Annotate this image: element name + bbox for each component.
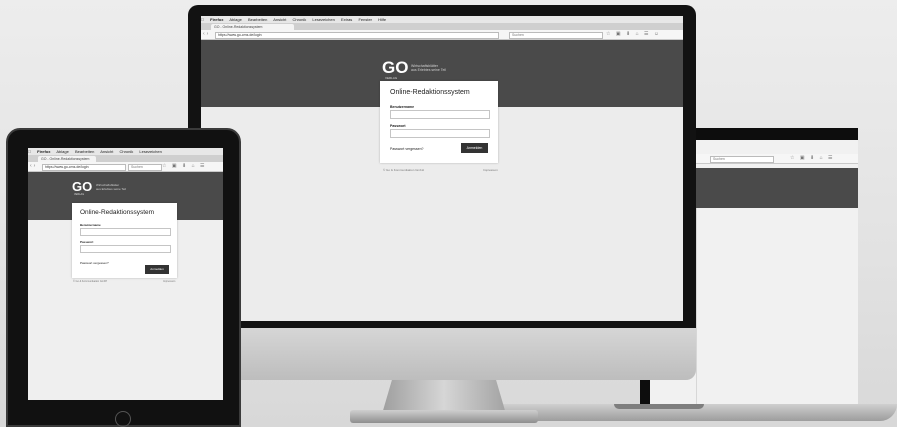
login-card: Online-Redaktionssystem Benutzername Pas… [72, 203, 177, 278]
footer-copyright: © Go & Kommunikation GmbH [73, 280, 108, 283]
login-title: Online-Redaktionssystem [80, 209, 155, 216]
menu-item[interactable]: Bearbeiten [75, 149, 94, 154]
menu-item[interactable]: Chronik [292, 17, 306, 22]
tagline-line-2: aus Erlebtes seine Teil [96, 186, 126, 191]
tablet-url-bar: ‹› https://www.go-cms.de/login Suchen ☆ … [28, 162, 223, 172]
imac-chin [188, 328, 696, 380]
menu-app-name[interactable]: Firefox [210, 17, 223, 22]
menu-app-name[interactable]: Firefox [37, 149, 50, 154]
site-logo[interactable]: GO [382, 58, 408, 78]
back-forward-icon[interactable]: ‹› [203, 31, 210, 37]
laptop-search-input[interactable]: Suchen [710, 156, 774, 163]
menu-item[interactable]: Extras [341, 17, 352, 22]
site-logo-sub: VERLAG [385, 76, 398, 80]
toolbar-icons[interactable]: ☆ ▣ ⬇ ⌂ ☰ [162, 163, 206, 169]
menu-item[interactable]: Bearbeiten [248, 17, 267, 22]
toolbar-icons[interactable]: ☆ ▣ ⬇ ⌂ ☰ ☺ [606, 31, 661, 37]
devices-scene: { "browser": { "app_name": "Firefox", "m… [0, 0, 897, 427]
password-input[interactable] [80, 245, 171, 253]
search-input[interactable]: Suchen [509, 32, 603, 39]
home-button-icon[interactable] [115, 411, 131, 427]
toolbar-icons[interactable]: ☆ ▣ ⬇ ⌂ ☰ [790, 155, 834, 161]
url-input[interactable]: https://www.go-cms.de/login [42, 164, 126, 171]
apple-icon[interactable]:  [201, 17, 204, 22]
site-tagline: Wirtschaftsblätter aus Erlebtes seine Te… [96, 183, 126, 191]
site-tagline: Wirtschaftsblätter aus Erlebtes seine Te… [411, 64, 446, 72]
password-label: Passwort [390, 124, 406, 128]
menu-item[interactable]: Ablage [229, 17, 241, 22]
login-title: Online-Redaktionssystem [390, 89, 470, 96]
menu-item[interactable]: Ablage [56, 149, 68, 154]
imac-url-bar: ‹› https://www.go-cms.de/login Suchen ☆ … [201, 30, 683, 40]
menu-item[interactable]: Lesezeichen [139, 149, 161, 154]
site-logo-sub: VERLAG [74, 193, 85, 196]
site-logo[interactable]: GO [72, 179, 92, 194]
menu-item[interactable]: Ansicht [273, 17, 286, 22]
password-input[interactable] [390, 129, 490, 138]
menu-item[interactable]: Fenster [358, 17, 372, 22]
username-label: Benutzername [80, 223, 101, 227]
menu-item[interactable]: Ansicht [100, 149, 113, 154]
apple-icon[interactable]:  [28, 149, 31, 154]
tagline-line-2: aus Erlebtes seine Teil [411, 68, 446, 73]
tablet-screen:  Firefox Ablage Bearbeiten Ansicht Chro… [28, 148, 223, 400]
search-input[interactable]: Suchen [128, 164, 162, 171]
imac-screen:  Firefox Ablage Bearbeiten Ansicht Chro… [201, 16, 683, 321]
tablet-tab-row: GO - Online-Redaktionssystem [28, 155, 223, 162]
imac-stand [382, 380, 506, 414]
submit-button[interactable]: Anmelden [461, 143, 488, 153]
username-input[interactable] [80, 228, 171, 236]
forgot-password-link[interactable]: Passwort vergessen? [80, 261, 109, 265]
submit-button[interactable]: Anmelden [145, 265, 169, 274]
username-label: Benutzername [390, 105, 415, 109]
menu-item[interactable]: Lesezeichen [312, 17, 334, 22]
login-card: Online-Redaktionssystem Benutzername Pas… [380, 81, 498, 163]
menu-item[interactable]: Hilfe [378, 17, 386, 22]
forgot-password-link[interactable]: Passwort vergessen? [390, 147, 423, 151]
password-label: Passwort [80, 240, 94, 244]
imac-foot [350, 410, 538, 423]
back-forward-icon[interactable]: ‹› [30, 163, 37, 169]
laptop-notch [614, 404, 704, 409]
url-input[interactable]: https://www.go-cms.de/login [215, 32, 499, 39]
imac-tab-row: GO - Online-Redaktionssystem [201, 23, 683, 30]
menu-item[interactable]: Chronik [119, 149, 133, 154]
footer-imprint-link[interactable]: Impressum [483, 168, 498, 172]
username-input[interactable] [390, 110, 490, 119]
laptop-divider [696, 208, 697, 408]
footer-imprint-link[interactable]: Impressum [163, 280, 175, 283]
footer-copyright: © Go & Kommunikation GmbH [383, 168, 424, 172]
